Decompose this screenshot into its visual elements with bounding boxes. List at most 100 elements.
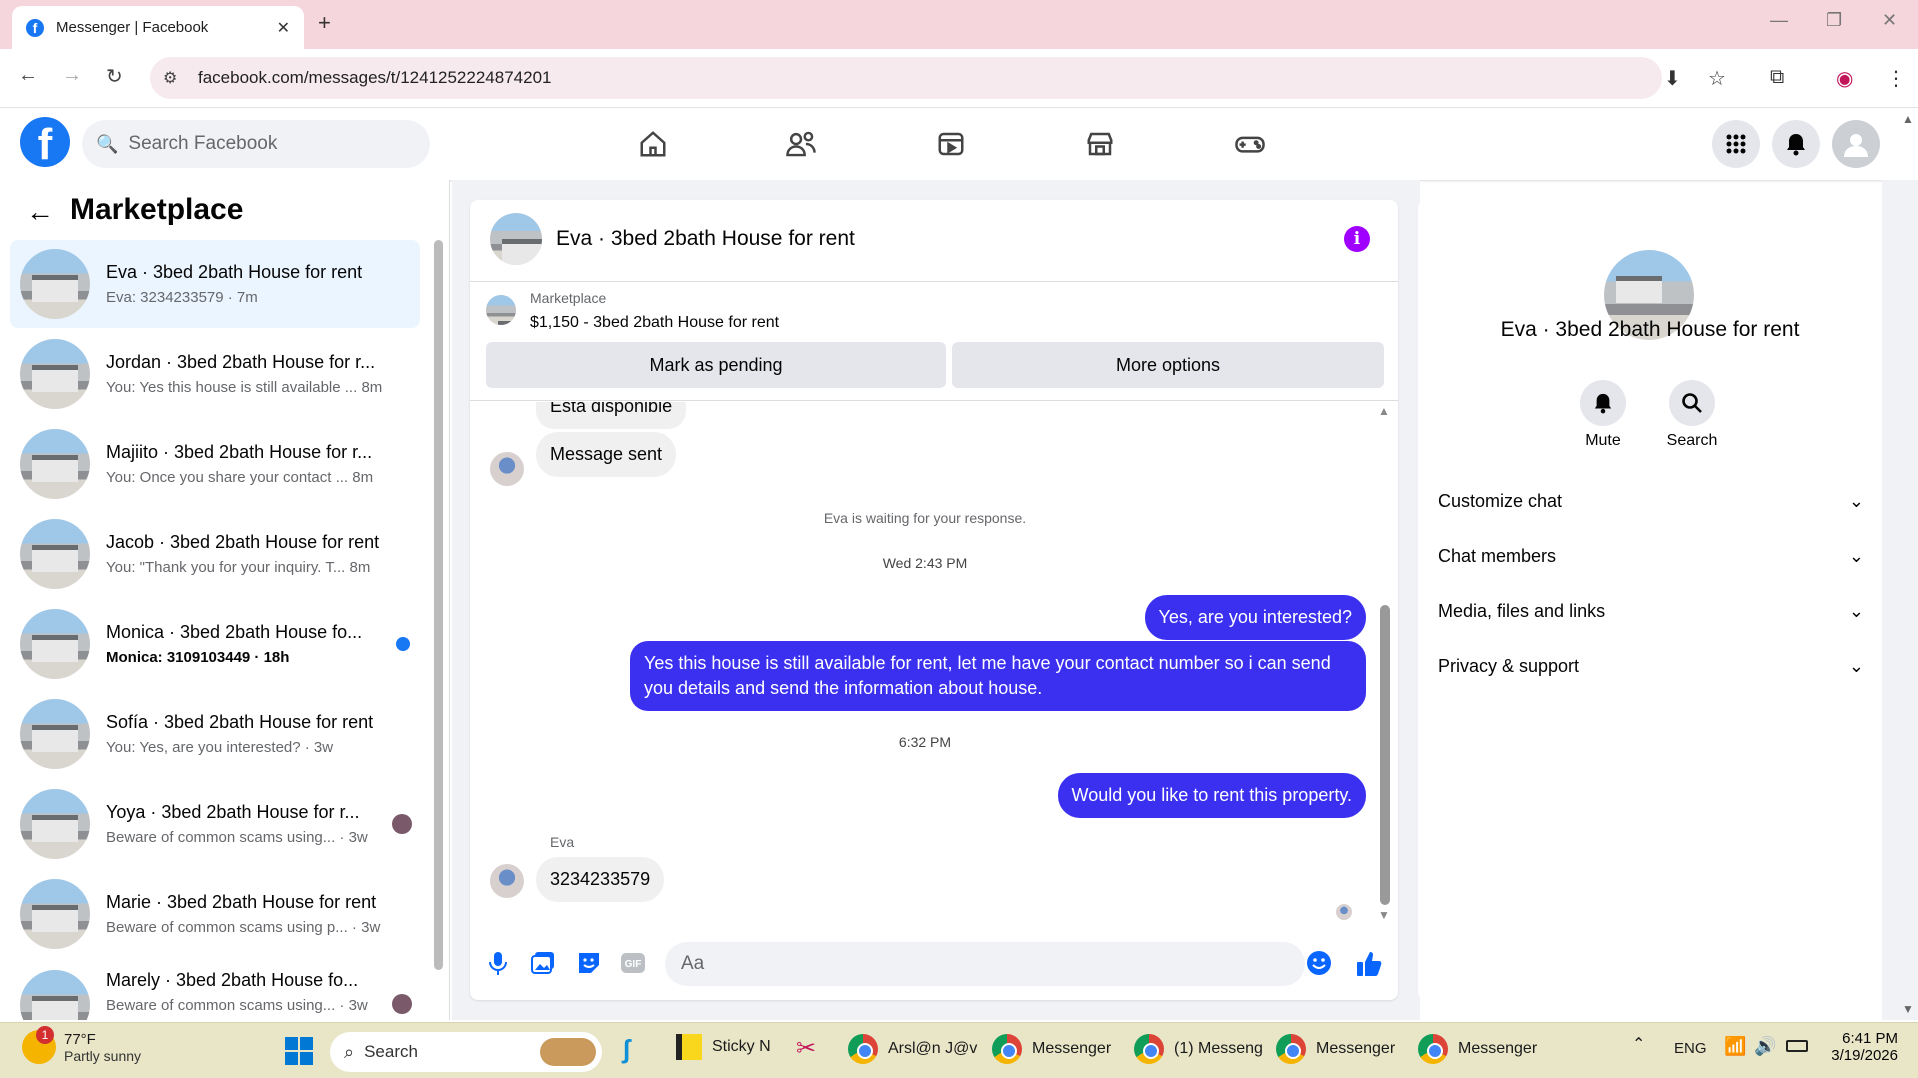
chrome-taskbar-item[interactable]: Arsl@n J@v <box>848 1034 977 1064</box>
chat-scrollbar[interactable] <box>1380 605 1390 905</box>
browser-tab[interactable]: f Messenger | Facebook ✕ <box>12 6 304 49</box>
info-icon[interactable]: i <box>1344 226 1370 252</box>
conversation-item[interactable]: Marie · 3bed 2bath House for rent Beware … <box>10 870 420 958</box>
section-label: Customize chat <box>1438 491 1563 511</box>
page-scroll-down-icon[interactable]: ▼ <box>1902 1002 1914 1016</box>
page-scroll-up-icon[interactable]: ▲ <box>1902 112 1914 126</box>
gif-icon[interactable]: GIF <box>620 950 646 982</box>
chrome-taskbar-item[interactable]: Messenger <box>1276 1034 1395 1064</box>
language-indicator[interactable]: ENG <box>1674 1040 1707 1057</box>
search-facebook-input[interactable]: 🔍 Search Facebook <box>82 120 430 168</box>
volume-icon[interactable]: 🔊 <box>1754 1036 1776 1057</box>
listing-avatar <box>20 339 90 409</box>
svg-text:GIF: GIF <box>625 959 642 970</box>
script-app-icon: ʃ <box>622 1034 631 1064</box>
chrome-icon <box>992 1034 1022 1064</box>
chevron-down-icon: ⌄ <box>1848 656 1864 676</box>
marketplace-icon[interactable] <box>1080 126 1120 162</box>
tab-search-icon[interactable]: ⧉ <box>1770 66 1784 89</box>
url-field[interactable]: facebook.com/messages/t/1241252224874201 <box>150 57 1662 99</box>
chevron-down-icon: ⌄ <box>1848 546 1864 566</box>
friends-icon[interactable] <box>781 126 821 162</box>
conversation-item[interactable]: Jacob · 3bed 2bath House for rent You: "T… <box>10 510 420 598</box>
more-options-button[interactable]: More options <box>952 342 1384 388</box>
show-hidden-icons-icon[interactable]: ⌃ <box>1632 1034 1645 1054</box>
listing-price-title[interactable]: $1,150 - 3bed 2bath House for rent <box>530 314 779 332</box>
conversation-item[interactable]: Monica · 3bed 2bath House fo... Monica: 3… <box>10 600 420 688</box>
photo-icon[interactable] <box>530 950 556 982</box>
profile-icon[interactable]: ◉ <box>1836 66 1853 91</box>
taskbar-search-label: Search <box>364 1042 418 1061</box>
home-icon[interactable] <box>633 126 673 162</box>
conversation-preview: You: Once you share your contact ... 8m <box>106 469 374 486</box>
battery-icon[interactable] <box>1786 1040 1808 1052</box>
clock[interactable]: 6:41 PM 3/19/2026 <box>1818 1030 1898 1064</box>
windows-start-icon[interactable] <box>284 1036 314 1070</box>
bookmark-star-icon[interactable]: ☆ <box>1708 66 1726 91</box>
conversation-item[interactable]: Marely · 3bed 2bath House fo... Beware of… <box>10 960 420 1020</box>
message-input[interactable]: Aa <box>665 942 1305 986</box>
chrome-taskbar-item[interactable]: (1) Messeng <box>1134 1034 1263 1064</box>
section-label: Privacy & support <box>1438 656 1580 676</box>
mute-button[interactable] <box>1580 380 1626 426</box>
sticky-notes-icon <box>676 1034 702 1060</box>
sticky-notes-taskbar[interactable]: Sticky N <box>676 1034 771 1060</box>
snipping-tool-taskbar[interactable]: ✂ <box>796 1034 816 1063</box>
emoji-icon[interactable] <box>1306 950 1332 982</box>
conversation-item[interactable]: Jordan · 3bed 2bath House for r... You: Y… <box>10 330 420 418</box>
close-tab-icon[interactable]: ✕ <box>277 18 290 38</box>
notifications-bell-icon[interactable] <box>1772 120 1820 168</box>
site-info-icon[interactable]: ⚙ <box>163 68 177 88</box>
chat-header[interactable]: Eva · 3bed 2bath House for rent <box>490 213 855 265</box>
facebook-logo-icon[interactable]: f <box>20 117 70 167</box>
wifi-icon[interactable]: 📶 <box>1724 1036 1746 1057</box>
new-tab-icon[interactable]: + <box>318 10 331 36</box>
microphone-icon[interactable] <box>487 950 509 982</box>
back-arrow-icon[interactable]: ← <box>26 196 54 228</box>
close-window-icon[interactable]: ✕ <box>1882 10 1897 31</box>
search-chat-button[interactable] <box>1669 380 1715 426</box>
chrome-taskbar-item[interactable]: Messenger <box>992 1034 1111 1064</box>
app-icon-taskbar[interactable]: ʃ <box>622 1034 631 1065</box>
contact-name: Eva · 3bed 2bath House for rent <box>1500 318 1800 341</box>
facebook-favicon-icon: f <box>26 18 44 37</box>
weather-desc: Partly sunny <box>64 1047 142 1064</box>
menu-grid-icon[interactable] <box>1712 120 1760 168</box>
browser-menu-icon[interactable]: ⋮ <box>1886 66 1906 91</box>
conversation-preview: Beware of common scams using... · 3w <box>106 997 368 1014</box>
privacy-support-section[interactable]: Privacy & support ⌄ <box>1438 656 1864 677</box>
back-icon[interactable]: ← <box>18 64 38 87</box>
customize-chat-section[interactable]: Customize chat ⌄ <box>1438 491 1864 512</box>
conversation-item[interactable]: Eva · 3bed 2bath House for rent Eva: 3234… <box>10 240 420 328</box>
scroll-up-icon[interactable]: ▲ <box>1378 404 1390 418</box>
conversation-item[interactable]: Yoya · 3bed 2bath House for r... Beware o… <box>10 780 420 868</box>
install-icon[interactable]: ⬇ <box>1664 66 1681 91</box>
forward-icon[interactable]: → <box>62 64 82 87</box>
compose-placeholder: Aa <box>681 953 705 974</box>
gaming-icon[interactable] <box>1230 126 1270 162</box>
chrome-taskbar-item[interactable]: Messenger <box>1418 1034 1537 1064</box>
chat-members-section[interactable]: Chat members ⌄ <box>1438 546 1864 567</box>
restore-icon[interactable]: ❐ <box>1826 10 1842 31</box>
scroll-down-icon[interactable]: ▼ <box>1378 908 1390 922</box>
clock-time: 6:41 PM <box>1842 1030 1898 1047</box>
like-thumb-icon[interactable] <box>1355 950 1383 984</box>
conversation-preview: Beware of common scams using... · 3w <box>106 829 368 846</box>
weather-widget[interactable]: 1 77°F Partly sunny <box>22 1026 142 1064</box>
minimize-icon[interactable]: — <box>1770 10 1788 31</box>
watch-icon[interactable] <box>931 126 971 162</box>
mark-as-pending-button[interactable]: Mark as pending <box>486 342 946 388</box>
conversation-item[interactable]: Majiito · 3bed 2bath House for r... You: … <box>10 420 420 508</box>
conversation-name: Majiito · 3bed 2bath House for r... <box>106 442 373 462</box>
conversation-preview: Beware of common scams using p... · 3w <box>106 919 381 936</box>
conversation-list-scrollbar[interactable] <box>434 240 443 970</box>
taskbar-search[interactable]: ⌕ Search <box>330 1032 602 1072</box>
sticker-icon[interactable] <box>576 950 602 982</box>
account-avatar[interactable] <box>1832 120 1880 168</box>
conversation-name: Eva · 3bed 2bath House for rent <box>106 262 363 282</box>
reload-icon[interactable]: ↻ <box>106 64 123 89</box>
conversation-item[interactable]: Sofía · 3bed 2bath House for rent You: Ye… <box>10 690 420 778</box>
media-files-links-section[interactable]: Media, files and links ⌄ <box>1438 601 1864 622</box>
chrome-icon <box>1134 1034 1164 1064</box>
message-bubble-out: Yes, are you interested? <box>1144 595 1366 640</box>
